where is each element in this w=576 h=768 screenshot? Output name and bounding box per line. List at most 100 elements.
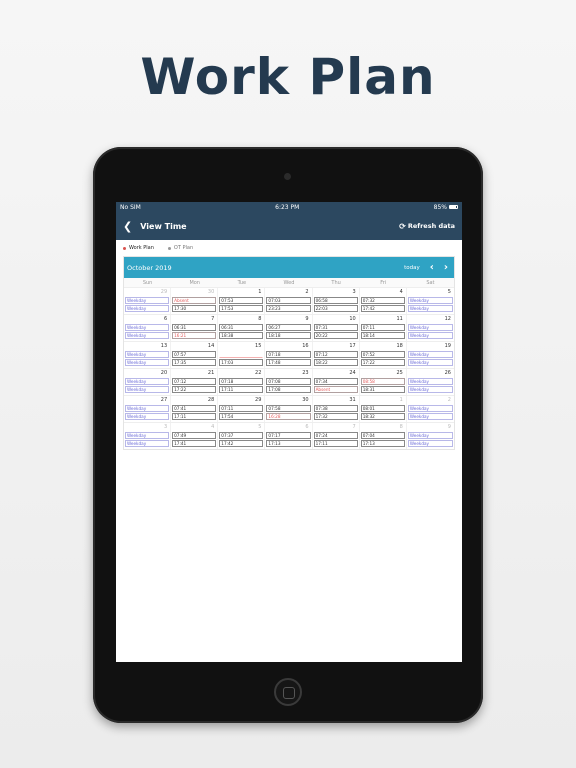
day-number: 23	[302, 370, 309, 376]
calendar-day[interactable]: 22 07:18 17:11	[218, 369, 266, 395]
day-number: 4	[211, 424, 215, 430]
clock-out-time: 17:11	[172, 413, 217, 420]
clock-in-time: 06:27	[266, 324, 311, 331]
clock-out-time: 17:41	[172, 440, 217, 447]
calendar-day[interactable]: 20 Weekday Weekday	[124, 369, 172, 395]
calendar-day[interactable]: 10 07:31 20:22	[313, 315, 360, 341]
clock-out-time: 18:32	[360, 413, 405, 420]
calendar-day[interactable]: 4 07:49 17:41	[171, 423, 219, 449]
calendar-day[interactable]: 2 Weekday Weekday	[407, 396, 454, 422]
day-number: 8	[399, 424, 403, 430]
weekday-label: Tue	[237, 279, 247, 286]
clock-out-time: Absent	[313, 386, 358, 393]
day-number: 9	[447, 424, 451, 430]
day-number: 29	[255, 397, 262, 403]
clock-out-time: 18:14	[360, 332, 405, 339]
clock-in-time: Weekday	[125, 432, 170, 439]
day-number: 30	[302, 397, 309, 403]
calendar-day[interactable]: 1 07:53 17:53	[218, 288, 266, 314]
calendar-day[interactable]: 8 06:31 18:38	[218, 315, 266, 341]
clock-in-time: 08:01	[360, 405, 405, 412]
calendar-day[interactable]: 19 Weekday Weekday	[407, 342, 454, 368]
calendar-day[interactable]: 18 07:52 17:22	[360, 342, 407, 368]
clock-out-time: 17:08	[266, 386, 311, 393]
calendar-day[interactable]: 2 07:03 23:23	[265, 288, 313, 314]
clock-out-time: 17:13	[360, 440, 405, 447]
calendar-day[interactable]: 3 Weekday Weekday	[124, 423, 172, 449]
back-chevron-icon[interactable]: ❮	[123, 220, 132, 233]
calendar-day[interactable]: 15 17:03	[218, 342, 266, 368]
clock-out-time: Weekday	[125, 332, 170, 339]
tab-label: OT Plan	[173, 245, 194, 251]
calendar-day[interactable]: 23 07:08 17:08	[265, 369, 313, 395]
calendar-day[interactable]: 7 07:24 17:11	[313, 423, 360, 449]
clock: 6:23 PM	[275, 203, 300, 211]
calendar-day[interactable]: 6 Weekday Weekday	[124, 315, 172, 341]
calendar-week: 20 Weekday Weekday 21 07:12 17:22 22 07:18 17:11…	[124, 368, 454, 395]
clock-in-time: 07:49	[172, 432, 217, 439]
clock-out-time: Weekday	[407, 332, 453, 339]
clock-out-time: 18:18	[266, 332, 311, 339]
calendar-day[interactable]: 28 07:41 17:11	[171, 396, 219, 422]
tab-work-plan[interactable]: Work Plan	[123, 245, 154, 251]
clock-out-time: 17:48	[266, 359, 311, 366]
calendar-day[interactable]: 9 Weekday Weekday	[407, 423, 454, 449]
day-number: 7	[211, 316, 215, 322]
calendar-day[interactable]: 16 07:18 17:48	[265, 342, 313, 368]
day-number: 6	[163, 316, 168, 322]
day-number: 17	[349, 343, 356, 349]
day-number: 13	[160, 343, 168, 349]
calendar-day[interactable]: 24 07:34 Absent	[313, 369, 360, 395]
clock-in-time: 07:24	[313, 432, 358, 439]
calendar-day[interactable]: 9 06:27 18:18	[265, 315, 313, 341]
next-month-chevron-icon[interactable]: ›	[444, 262, 448, 273]
refresh-data-button[interactable]: ⟳ Refresh data	[399, 222, 455, 231]
day-number: 8	[258, 316, 262, 322]
calendar-day[interactable]: 27 Weekday Weekday	[124, 396, 172, 422]
day-number: 1	[258, 289, 262, 295]
calendar-day[interactable]: 3 06:58 22:03	[313, 288, 360, 314]
today-button[interactable]: today	[404, 265, 420, 271]
calendar-day[interactable]: 4 07:32 17:42	[360, 288, 407, 314]
clock-in-time: 07:04	[360, 432, 405, 439]
calendar-day[interactable]: 12 Weekday Weekday	[407, 315, 454, 341]
clock-in-time: Weekday	[407, 405, 453, 412]
refresh-label: Refresh data	[407, 222, 455, 230]
calendar-day[interactable]: 21 07:12 17:22	[171, 369, 219, 395]
prev-month-chevron-icon[interactable]: ‹	[430, 262, 434, 273]
clock-in-time: 06:58	[313, 297, 358, 304]
calendar-day[interactable]: 6 07:17 17:13	[265, 423, 313, 449]
clock-in-time: Weekday	[125, 351, 170, 358]
battery-status: 85%	[434, 204, 458, 211]
calendar-day[interactable]: 29 07:11 17:54	[218, 396, 266, 422]
calendar-day[interactable]: 26 Weekday Weekday	[407, 369, 454, 395]
calendar-day[interactable]: 8 07:04 17:13	[360, 423, 407, 449]
home-button[interactable]	[274, 678, 302, 706]
tab-label: Work Plan	[129, 245, 154, 251]
calendar-day[interactable]: 17 07:12 18:22	[313, 342, 360, 368]
calendar-day[interactable]: 30 Absent 17:30	[171, 288, 219, 314]
calendar-nav: today ‹ ›	[404, 262, 448, 273]
tab-ot-plan[interactable]: OT Plan	[167, 245, 194, 251]
day-number: 20	[160, 370, 168, 376]
day-number: 18	[396, 343, 403, 349]
calendar-day[interactable]: 11 07:11 18:14	[360, 315, 407, 341]
calendar-day[interactable]: 13 Weekday Weekday	[124, 342, 172, 368]
calendar-day[interactable]: 29 Weekday Weekday	[124, 288, 172, 314]
calendar-day[interactable]: 30 07:58 16:28	[265, 396, 313, 422]
calendar-day[interactable]: 14 07:57 17:35	[171, 342, 219, 368]
clock-in-time: 07:57	[172, 351, 217, 358]
day-number: 7	[352, 424, 356, 430]
clock-out-time: Weekday	[407, 359, 453, 366]
clock-out-time: Weekday	[125, 359, 170, 366]
nav-left: ❮ View Time	[123, 220, 187, 233]
day-number: 2	[447, 397, 451, 403]
calendar-day[interactable]: 31 07:38 17:32	[313, 396, 360, 422]
calendar-day[interactable]: 1 08:01 18:32	[360, 396, 407, 422]
calendar-day[interactable]: 5 07:37 17:42	[218, 423, 266, 449]
clock-out-time: Weekday	[407, 386, 453, 393]
day-number: 26	[444, 370, 451, 376]
calendar-day[interactable]: 7 06:31 16:21	[171, 315, 219, 341]
calendar-day[interactable]: 5 Weekday Weekday	[407, 288, 454, 314]
calendar-day[interactable]: 25 08:58 18:31	[360, 369, 407, 395]
